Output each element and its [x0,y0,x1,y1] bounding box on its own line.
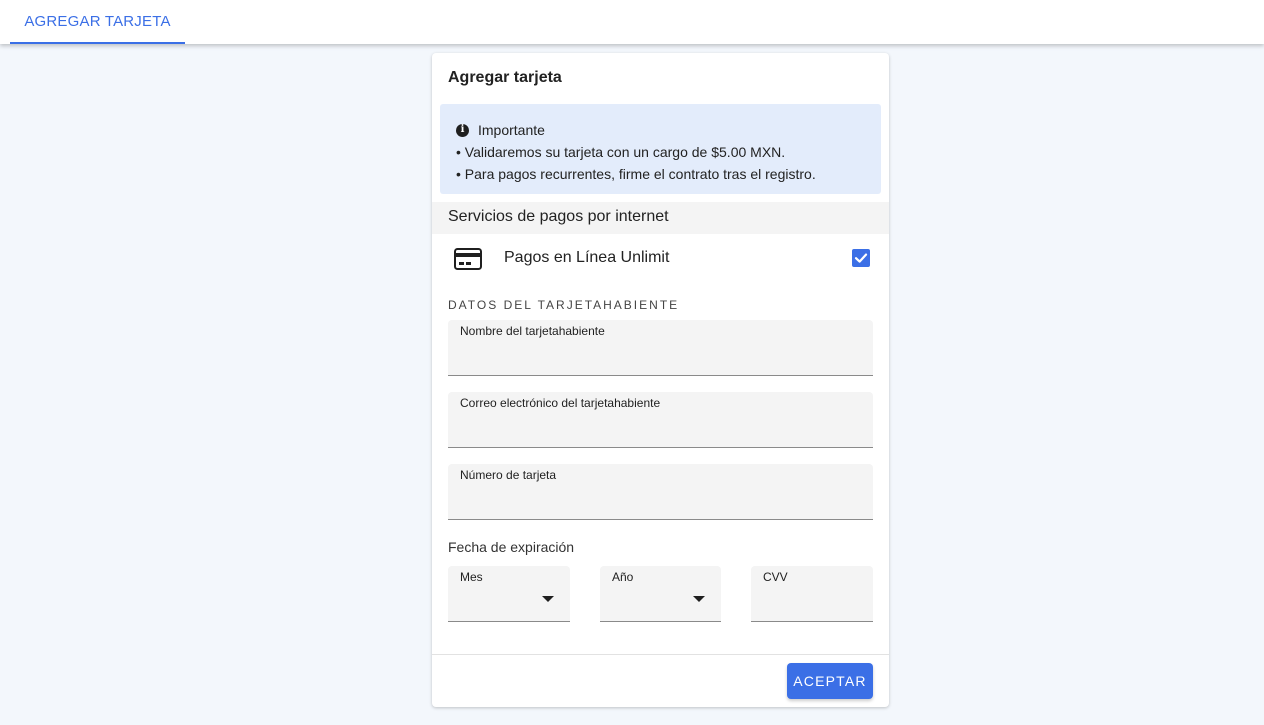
cvv-label: CVV [763,570,788,584]
cardholder-email-field[interactable]: Correo electrónico del tarjetahabiente [448,392,873,448]
month-select[interactable]: Mes [448,566,570,622]
cvv-input[interactable] [763,593,861,615]
tab-label: AGREGAR TARJETA [24,12,171,30]
cardholder-name-label: Nombre del tarjetahabiente [460,324,605,338]
notice-title: Importante [478,122,545,138]
expiration-label: Fecha de expiración [448,539,575,555]
year-select[interactable]: Año [600,566,721,622]
notice-header: i Importante [456,119,865,141]
credit-card-icon [454,248,482,270]
month-dropdown-arrow-icon [542,596,554,602]
accept-button[interactable]: ACEPTAR [787,663,873,699]
cvv-field[interactable]: CVV [751,566,873,622]
year-dropdown-arrow-icon [693,596,705,602]
notice-line-1: • Validaremos su tarjeta con un cargo de… [456,144,786,160]
card-number-label: Número de tarjeta [460,468,557,482]
card-number-field[interactable]: Número de tarjeta [448,464,873,520]
card-number-input[interactable] [460,491,861,513]
important-notice: i Importante • Validaremos su tarjeta co… [440,104,881,194]
check-icon [854,253,868,263]
cardholder-name-field[interactable]: Nombre del tarjetahabiente [448,320,873,376]
section-title: Servicios de pagos por internet [432,202,889,234]
month-label: Mes [460,570,483,584]
cardholder-email-input[interactable] [460,419,861,441]
service-checkbox[interactable] [852,249,870,267]
service-row[interactable]: Pagos en Línea Unlimit [432,234,889,282]
card-title: Agregar tarjeta [448,69,562,86]
notice-line-2: • Para pagos recurrentes, firme el contr… [456,166,816,182]
top-app-bar: AGREGAR TARJETA [0,0,1264,44]
cardholder-email-label: Correo electrónico del tarjetahabiente [460,396,661,410]
cardholder-heading: DATOS DEL TARJETAHABIENTE [448,298,680,312]
footer-divider [432,654,889,655]
tab-agregar-tarjeta[interactable]: AGREGAR TARJETA [10,0,185,44]
info-icon: i [456,123,469,137]
year-label: Año [612,570,634,584]
cardholder-name-input[interactable] [460,347,861,369]
add-card-panel: Agregar tarjeta i Importante • Validarem… [432,53,889,707]
service-label: Pagos en Línea Unlimit [504,249,670,266]
